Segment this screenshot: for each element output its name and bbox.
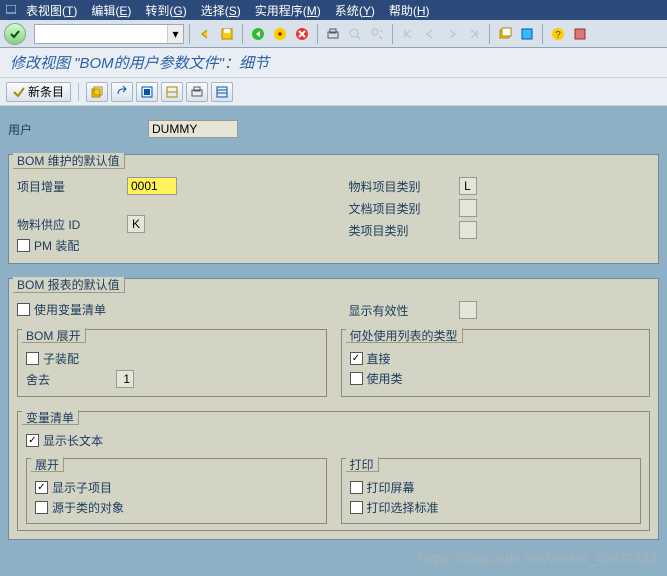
print-screen-label: 打印屏幕 bbox=[367, 479, 415, 496]
undo-button[interactable] bbox=[111, 82, 133, 102]
material-supply-label: 物料供应 ID bbox=[17, 216, 127, 233]
group-report-defaults: BOM 报表的默认值 使用变量清单 显示有效性 BOM 展开 子 bbox=[8, 278, 659, 540]
group-bom-defaults: BOM 维护的默认值 项目增量 0001 物料供应 ID K PM 装配 bbox=[8, 154, 659, 264]
command-dropdown-icon[interactable]: ▾ bbox=[167, 25, 183, 43]
copy-as-button[interactable] bbox=[86, 82, 108, 102]
menu-utilities[interactable]: 实用程序(M) bbox=[249, 2, 327, 19]
material-supply-field[interactable]: K bbox=[127, 215, 145, 233]
print-button[interactable] bbox=[186, 82, 208, 102]
subassembly-checkbox[interactable] bbox=[26, 352, 39, 365]
material-item-cat-field[interactable]: L bbox=[459, 177, 477, 195]
user-label: 用户 bbox=[8, 121, 148, 138]
user-field[interactable]: DUMMY bbox=[148, 120, 238, 138]
shortcut-icon[interactable] bbox=[517, 24, 537, 44]
material-item-cat-label: 物料项目类别 bbox=[349, 178, 459, 195]
standard-toolbar: ▾ ? bbox=[0, 20, 667, 48]
use-variant-list-checkbox[interactable] bbox=[17, 303, 30, 316]
box-bom-expand: BOM 展开 子装配 舍去 1 bbox=[17, 329, 327, 397]
box-expand-legend: 展开 bbox=[31, 457, 64, 472]
app-toolbar: 新条目 bbox=[0, 78, 667, 106]
select-all-button[interactable] bbox=[136, 82, 158, 102]
show-longtext-label: 显示长文本 bbox=[43, 432, 103, 449]
back-icon[interactable] bbox=[195, 24, 215, 44]
first-page-icon[interactable] bbox=[398, 24, 418, 44]
box-print: 打印 打印屏幕 打印选择标准 bbox=[341, 458, 642, 524]
new-session-icon[interactable] bbox=[495, 24, 515, 44]
show-longtext-checkbox[interactable]: ✓ bbox=[26, 434, 39, 447]
class-origin-objs-checkbox[interactable] bbox=[35, 501, 48, 514]
menu-edit[interactable]: 编辑(E) bbox=[85, 2, 137, 19]
class-item-cat-field[interactable] bbox=[459, 221, 477, 239]
delimit-button[interactable] bbox=[161, 82, 183, 102]
show-validity-label: 显示有效性 bbox=[349, 302, 459, 319]
window-menu-icon[interactable] bbox=[4, 3, 18, 17]
menu-view[interactable]: 表视图(T) bbox=[20, 2, 83, 19]
exit-icon[interactable] bbox=[270, 24, 290, 44]
group-variant-list-legend: 变量清单 bbox=[22, 410, 79, 425]
by-class-checkbox[interactable] bbox=[350, 372, 363, 385]
box-expand: 展开 ✓ 显示子项目 源于类的对象 bbox=[26, 458, 327, 524]
print-sel-criteria-label: 打印选择标准 bbox=[367, 499, 439, 516]
item-increment-label: 项目增量 bbox=[17, 178, 127, 195]
help-icon[interactable]: ? bbox=[548, 24, 568, 44]
print-screen-checkbox[interactable] bbox=[350, 481, 363, 494]
group-variant-list: 变量清单 ✓ 显示长文本 展开 ✓ 显示子项目 源于类的对象 bbox=[17, 411, 650, 531]
class-item-cat-label: 类项目类别 bbox=[349, 222, 459, 239]
prev-page-icon[interactable] bbox=[420, 24, 440, 44]
doc-item-cat-field[interactable] bbox=[459, 199, 477, 217]
find-icon[interactable] bbox=[345, 24, 365, 44]
box-print-legend: 打印 bbox=[346, 457, 379, 472]
cancel-icon[interactable] bbox=[292, 24, 312, 44]
last-page-icon[interactable] bbox=[464, 24, 484, 44]
print-sel-criteria-checkbox[interactable] bbox=[350, 501, 363, 514]
box-where-used: 何处使用列表的类型 ✓ 直接 使用类 bbox=[341, 329, 651, 397]
menu-goto[interactable]: 转到(G) bbox=[139, 2, 192, 19]
enter-button[interactable] bbox=[4, 23, 26, 45]
group-report-defaults-legend: BOM 报表的默认值 bbox=[13, 277, 125, 293]
subassembly-label: 子装配 bbox=[43, 350, 79, 367]
discard-field[interactable]: 1 bbox=[116, 370, 134, 388]
main-area: 用户 DUMMY BOM 维护的默认值 项目增量 0001 物料供应 ID K … bbox=[0, 106, 667, 576]
by-class-label: 使用类 bbox=[367, 370, 403, 387]
table-view-button[interactable] bbox=[211, 82, 233, 102]
show-validity-field[interactable] bbox=[459, 301, 477, 319]
title-bar: 修改视图 "BOM的用户参数文件"：细节 bbox=[0, 48, 667, 78]
menu-system[interactable]: 系统(Y) bbox=[329, 2, 381, 19]
find-next-icon[interactable] bbox=[367, 24, 387, 44]
doc-item-cat-label: 文档项目类别 bbox=[349, 200, 459, 217]
group-bom-defaults-legend: BOM 维护的默认值 bbox=[13, 153, 125, 169]
new-entry-button[interactable]: 新条目 bbox=[6, 82, 71, 102]
svg-text:?: ? bbox=[555, 30, 561, 41]
class-origin-objs-label: 源于类的对象 bbox=[52, 499, 124, 516]
box-bom-expand-legend: BOM 展开 bbox=[22, 328, 86, 343]
layout-icon[interactable] bbox=[570, 24, 590, 44]
discard-label: 舍去 bbox=[26, 371, 116, 388]
save-icon[interactable] bbox=[217, 24, 237, 44]
command-field[interactable]: ▾ bbox=[34, 24, 184, 44]
back-green-icon[interactable] bbox=[248, 24, 268, 44]
pm-assembly-label: PM 装配 bbox=[34, 237, 79, 254]
direct-checkbox[interactable]: ✓ bbox=[350, 352, 363, 365]
menu-select[interactable]: 选择(S) bbox=[195, 2, 247, 19]
menu-bar: 表视图(T) 编辑(E) 转到(G) 选择(S) 实用程序(M) 系统(Y) 帮… bbox=[0, 0, 667, 20]
use-variant-list-label: 使用变量清单 bbox=[34, 301, 106, 318]
menu-help[interactable]: 帮助(H) bbox=[383, 2, 436, 19]
print-icon[interactable] bbox=[323, 24, 343, 44]
show-subitems-label: 显示子项目 bbox=[52, 479, 112, 496]
show-subitems-checkbox[interactable]: ✓ bbox=[35, 481, 48, 494]
page-title: 修改视图 "BOM的用户参数文件"：细节 bbox=[10, 52, 269, 73]
next-page-icon[interactable] bbox=[442, 24, 462, 44]
item-increment-field[interactable]: 0001 bbox=[127, 177, 177, 195]
pm-assembly-checkbox[interactable] bbox=[17, 239, 30, 252]
box-where-used-legend: 何处使用列表的类型 bbox=[346, 328, 463, 343]
direct-label: 直接 bbox=[367, 350, 391, 367]
